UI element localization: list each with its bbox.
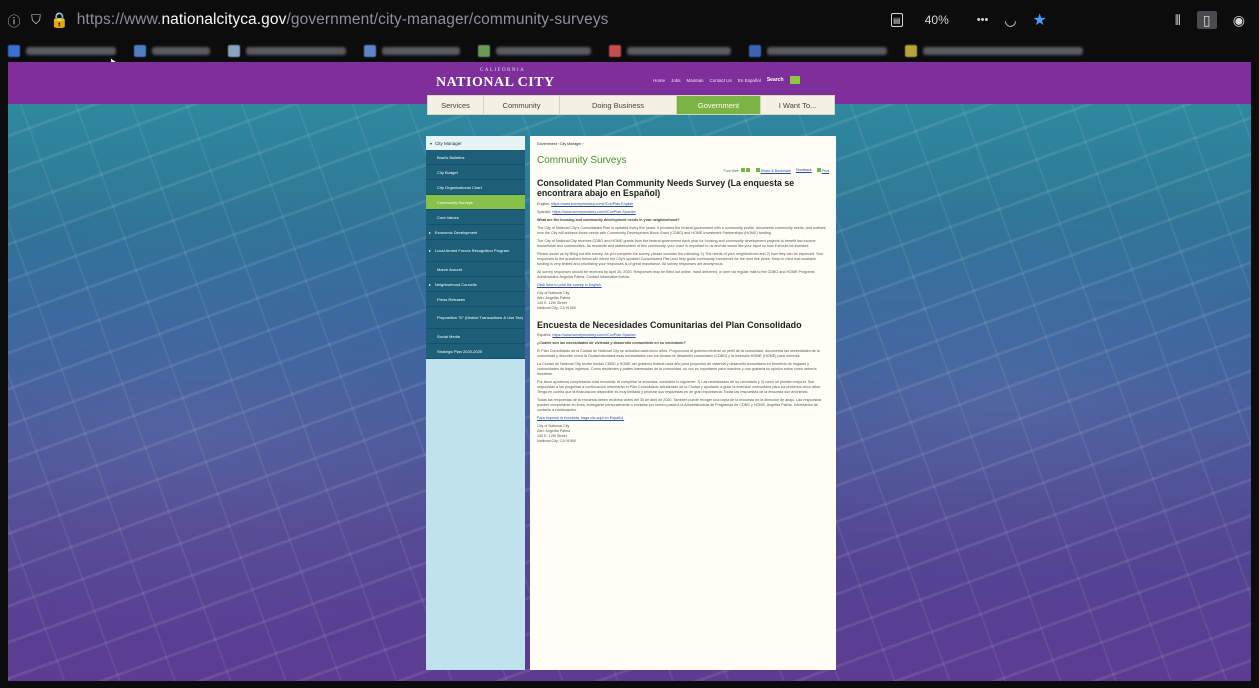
web-page: CALIFORNIA NATIONAL CITY Home Jobs Maint… xyxy=(8,62,1251,681)
info-icon[interactable]: ⓘ xyxy=(6,12,22,29)
share-link[interactable]: Share & Bookmark xyxy=(755,168,791,173)
page-title: Community Surveys xyxy=(537,155,627,166)
bookmarks-toolbar xyxy=(0,40,1259,62)
library-icon[interactable]: ⫴ xyxy=(1175,12,1181,29)
spanish-link-row: Spanish: https://www.surveymonkey.com/r/… xyxy=(537,210,636,215)
sidebar-item-proposition-d[interactable]: Proposition "D" (District Transactions &… xyxy=(426,307,525,329)
bookmark-item[interactable] xyxy=(228,44,346,58)
sidebar-item-bulletins[interactable]: Brad's Bulletins xyxy=(426,150,525,165)
font-decrease-icon[interactable] xyxy=(745,168,750,172)
top-link-espanol[interactable]: En Español xyxy=(738,78,761,83)
pocket-icon[interactable]: ◡ xyxy=(1004,12,1016,29)
breadcrumb[interactable]: Government › City Manager › xyxy=(537,142,829,146)
sidebar-menu: Brad's Bulletins City Budget City Organi… xyxy=(426,150,525,359)
bookmark-star-icon[interactable]: ★ xyxy=(1033,10,1047,30)
sidebar-item-social-media[interactable]: Social Media xyxy=(426,329,525,344)
sidebar: ▾ City Manager Brad's Bulletins City Budg… xyxy=(426,136,525,670)
paragraph: All survey responses should be received … xyxy=(537,270,815,280)
spanish-survey-link[interactable]: https://www.surveymonkey.com/r/ConPlan-S… xyxy=(552,210,635,214)
url-field[interactable]: https://www.nationalcityca.gov/governmen… xyxy=(77,11,609,29)
sidebar-item-budget[interactable]: City Budget xyxy=(426,165,525,180)
search-label: Search xyxy=(766,77,784,83)
chevron-right-icon: ▸ xyxy=(429,281,432,287)
page-tools: Font Size: Share & Bookmark Feedback Pri… xyxy=(537,168,829,173)
print-link[interactable]: Print xyxy=(816,168,829,173)
english-survey-link[interactable]: https://www.surveymonkey.com/r/ConPlan-E… xyxy=(551,202,633,206)
zoom-level[interactable]: 40% xyxy=(925,13,949,27)
sidebar-item-economic-development[interactable]: ▸ Economic Development xyxy=(426,225,525,240)
mailing-address-es: City of National City Attn: Angelita Pal… xyxy=(537,424,576,444)
sidebar-item-armed-forces[interactable]: ▸ Local Armed Forces Recognition Program xyxy=(426,240,525,262)
paragraph: The City of National City's Consolidated… xyxy=(537,226,826,236)
bookmark-item[interactable] xyxy=(609,44,731,58)
spanish-survey-link-es[interactable]: https://www.surveymonkey.com/r/ConPlan-S… xyxy=(552,333,635,337)
lock-icon[interactable]: 🔒 xyxy=(50,11,69,29)
utility-links: Home Jobs Maintain Contact Us En Español… xyxy=(653,76,800,84)
english-link-row: English: https://www.surveymonkey.com/r/… xyxy=(537,202,634,207)
shield-icon[interactable]: ⛉ xyxy=(28,12,44,28)
font-increase-icon[interactable] xyxy=(740,168,745,172)
paragraph: El Plan Consolidado de la Ciudad de Nati… xyxy=(537,349,820,359)
heading-english: Consolidated Plan Community Needs Survey… xyxy=(537,178,795,198)
paragraph: Please assist us by filling out this sur… xyxy=(537,252,824,267)
main-content: Government › City Manager › Community Su… xyxy=(530,136,836,670)
nav-doing-business[interactable]: Doing Business xyxy=(560,96,677,114)
nav-community[interactable]: Community xyxy=(484,96,560,114)
nav-services[interactable]: Services xyxy=(428,96,484,114)
font-size-control[interactable]: Font Size: xyxy=(723,168,750,173)
bookmark-item[interactable] xyxy=(749,44,887,58)
bookmark-item[interactable] xyxy=(134,44,210,58)
chevron-down-icon: ▾ xyxy=(430,140,433,146)
paragraph: The City of National City receives CDBG … xyxy=(537,239,816,249)
top-link-contact[interactable]: Contact Us xyxy=(710,78,732,83)
heading-spanish: Encuesta de Necesidades Comunitarias del… xyxy=(537,320,802,331)
share-icon xyxy=(755,168,760,172)
nav-i-want-to[interactable]: I Want To... xyxy=(761,96,834,114)
sidebar-item-press-releases[interactable]: Press Releases xyxy=(426,292,525,307)
top-link-home[interactable]: Home xyxy=(653,78,665,83)
sidebar-icon[interactable]: ▯ xyxy=(1196,11,1217,29)
bookmark-item[interactable] xyxy=(478,44,591,58)
reader-view-icon[interactable]: ▤ xyxy=(890,13,903,27)
paragraph: Todas las respuestas de la encuesta debe… xyxy=(537,398,822,413)
sidebar-item-strategic-plan[interactable]: Strategic Plan 2020-2025 xyxy=(426,344,525,359)
print-survey-spanish-link[interactable]: Para imprimir la encuesta, haga clic aqu… xyxy=(537,416,624,420)
account-icon[interactable]: ◉ xyxy=(1233,12,1245,29)
chevron-right-icon: ▸ xyxy=(429,248,432,253)
top-link-maintain[interactable]: Maintain xyxy=(687,78,704,83)
sidebar-header[interactable]: ▾ City Manager xyxy=(426,136,525,150)
question-english: What are the housing and community devel… xyxy=(537,218,680,223)
sidebar-item-neighborhood-councils[interactable]: ▸ Neighborhood Councils xyxy=(426,277,525,292)
chevron-right-icon: ▸ xyxy=(429,229,432,235)
search-button[interactable] xyxy=(789,76,800,84)
feedback-link[interactable]: Feedback xyxy=(796,168,812,173)
bookmark-item[interactable] xyxy=(364,44,460,58)
sidebar-item-community-surveys[interactable]: Community Surveys xyxy=(426,195,525,210)
window-bottom-edge xyxy=(0,681,1259,688)
bookmark-item[interactable] xyxy=(8,44,116,58)
sidebar-item-march-around[interactable]: March Around xyxy=(426,262,525,277)
paragraph: La Ciudad de National City recibe fondos… xyxy=(537,362,817,377)
nav-government[interactable]: Government xyxy=(677,96,761,114)
browser-toolbar: ⓘ ⛉ 🔒 https://www.nationalcityca.gov/gov… xyxy=(0,0,1259,40)
mailing-address: City of National City Attn: Angelita Pal… xyxy=(537,291,576,311)
more-actions-icon[interactable]: ••• xyxy=(977,14,989,26)
question-spanish: ¿Cuáles son las necesidades de vivienda … xyxy=(537,341,686,346)
sidebar-item-org-chart[interactable]: City Organizational Chart xyxy=(426,180,525,195)
bookmark-item[interactable] xyxy=(905,44,1083,58)
print-survey-english-link[interactable]: Click here to print the survey in Englis… xyxy=(537,283,602,287)
main-navigation: Services Community Doing Business Govern… xyxy=(427,95,835,115)
top-link-jobs[interactable]: Jobs xyxy=(671,78,681,83)
paragraph: Por favor ayúdenos completando esta encu… xyxy=(537,380,822,395)
print-icon xyxy=(816,168,821,172)
sidebar-item-core-values[interactable]: Core Values xyxy=(426,210,525,225)
spanish-link-row-es: Español: https://www.surveymonkey.com/r/… xyxy=(537,333,636,338)
